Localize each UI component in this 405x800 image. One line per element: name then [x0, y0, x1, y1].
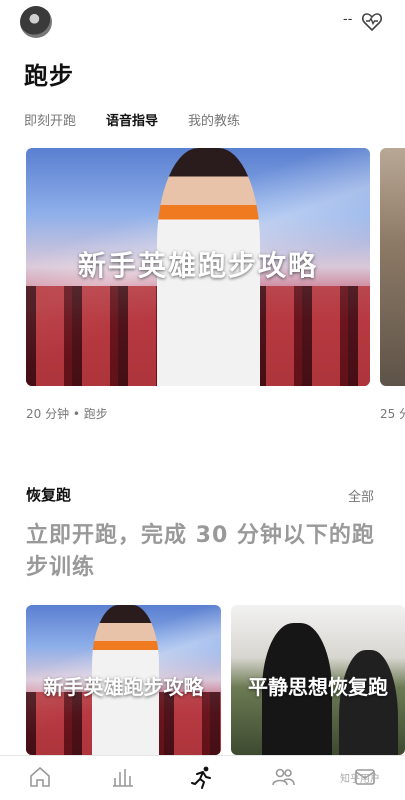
home-icon[interactable] — [27, 764, 53, 790]
avatar[interactable] — [20, 6, 52, 38]
section-description: 立即开跑，完成 30 分钟以下的跑步训练 — [26, 523, 375, 580]
tab-my-coach[interactable]: 我的教练 — [188, 110, 240, 129]
section-title-recovery: 恢复跑 — [26, 486, 72, 504]
watermark: 知乎用户 — [340, 774, 380, 785]
activity-icon[interactable] — [110, 764, 136, 790]
tab-start-now[interactable]: 即刻开跑 — [24, 110, 76, 129]
recovery-card-calm-mind[interactable]: 平静思想恢复跑 — [231, 605, 405, 755]
heart-rate-value: -- — [343, 12, 353, 27]
tab-voice-guide[interactable]: 语音指导 — [106, 110, 158, 129]
recovery-card-title: 新手英雄跑步攻略 — [43, 675, 204, 699]
next-workout-meta: 25 分 — [380, 407, 405, 421]
page-title: 跑步 — [24, 62, 74, 90]
featured-workout-card[interactable]: 新手英雄跑步攻略 — [26, 148, 370, 386]
top-bar: -- — [0, 0, 405, 48]
run-icon[interactable] — [189, 764, 215, 790]
heart-rate-icon[interactable] — [360, 9, 384, 33]
community-icon[interactable] — [270, 764, 296, 790]
next-workout-card-peek[interactable] — [380, 148, 405, 386]
recovery-card-beginner[interactable]: 新手英雄跑步攻略 — [26, 605, 221, 755]
see-all-link[interactable]: 全部 — [348, 486, 374, 505]
tab-bar: 即刻开跑 语音指导 我的教练 — [24, 110, 240, 129]
featured-workout-meta: 20 分钟 • 跑步 — [26, 407, 108, 421]
recovery-card-title: 平静思想恢复跑 — [248, 675, 388, 699]
featured-workout-title: 新手英雄跑步攻略 — [77, 249, 318, 282]
